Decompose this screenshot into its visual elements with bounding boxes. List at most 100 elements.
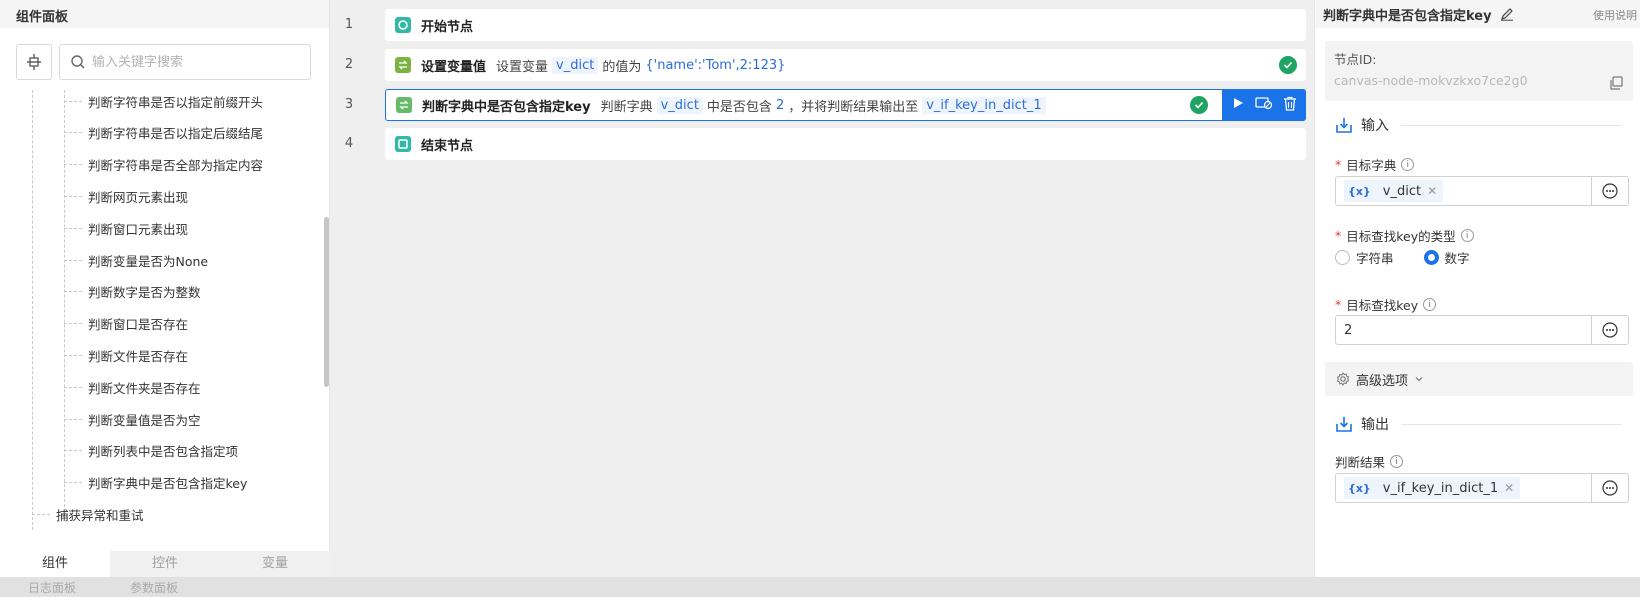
line-number: 2 [344, 57, 354, 72]
remove-tag-icon[interactable]: ✕ [1504, 481, 1514, 495]
tree-group-item[interactable]: 捕获异常和重试 [32, 503, 144, 525]
tree-item[interactable]: 判断变量是否为None [64, 249, 208, 271]
required-mark: * [1335, 157, 1342, 172]
output-section-header: 输出 [1335, 414, 1621, 434]
tab-controls[interactable]: 控件 [110, 551, 220, 577]
key-type-label-text: 目标查找key的类型 [1346, 229, 1456, 244]
key-type-radio-group: 字符串 数字 [1335, 248, 1470, 267]
node-desc: 判断字典 [600, 99, 653, 115]
node-title: 设置变量值 [421, 59, 487, 75]
edit-pencil-icon[interactable] [1500, 7, 1514, 21]
tree-item[interactable]: 判断文件夹是否存在 [64, 376, 201, 398]
properties-header: 判断字典中是否包含指定key 使用说明 [1315, 0, 1640, 28]
flow-row: 4 结束节点 [331, 128, 1314, 160]
value-text: {'name':'Tom',2:123} [645, 57, 786, 73]
component-panel-title: 组件面板 [0, 0, 329, 28]
tab-param-panel[interactable]: 参数面板 [130, 579, 178, 596]
variable-tag: {x} v_dict ✕ [1344, 180, 1444, 202]
node-desc: 设置变量 [496, 59, 549, 75]
success-check-icon [1279, 56, 1297, 74]
search-input[interactable] [92, 54, 292, 70]
required-mark: * [1335, 297, 1342, 312]
collapse-tree-button[interactable] [16, 44, 52, 80]
tree-item[interactable]: 判断窗口元素出现 [64, 217, 188, 239]
tab-components[interactable]: 组件 [0, 551, 110, 577]
variable-tag: {x} v_if_key_in_dict_1 ✕ [1344, 477, 1521, 499]
info-icon[interactable]: i [1401, 158, 1415, 171]
set-variable-icon [395, 57, 411, 73]
result-input[interactable]: {x} v_if_key_in_dict_1 ✕ [1335, 473, 1592, 503]
end-node-card[interactable]: 结束节点 [385, 128, 1306, 160]
info-icon[interactable]: i [1460, 229, 1474, 242]
delete-icon[interactable] [1283, 96, 1297, 115]
collapse-icon [27, 54, 41, 70]
success-check-icon [1190, 96, 1208, 114]
radio-string[interactable] [1335, 250, 1350, 265]
chevron-down-icon [1414, 374, 1424, 384]
node-title: 结束节点 [421, 138, 474, 154]
component-tree: 判断字符串是否以指定前缀开头 判断字符串是否以指定后缀结尾 判断字符串是否全部为… [0, 90, 319, 545]
flow-row: 1 开始节点 [331, 9, 1314, 41]
node-action-bar [1222, 89, 1306, 121]
set-variable-node-card[interactable]: 设置变量值 设置变量 v_dict 的值为 {'name':'Tom',2:12… [385, 49, 1306, 81]
tree-item[interactable]: 判断字典中是否包含指定key [64, 471, 247, 493]
tree-item[interactable]: 判断变量值是否为空 [64, 408, 201, 430]
result-label: 判断结果 i [1335, 452, 1404, 471]
section-divider [1401, 124, 1621, 126]
more-options-button[interactable] [1591, 315, 1629, 345]
more-options-button[interactable] [1591, 176, 1629, 206]
line-number: 3 [344, 97, 354, 112]
tree-item[interactable]: 判断列表中是否包含指定项 [64, 439, 238, 461]
radio-number-label: 数字 [1444, 251, 1470, 266]
info-icon[interactable]: i [1390, 455, 1404, 468]
variable-tag-text: v_if_key_in_dict_1 [1382, 480, 1499, 496]
node-title: 开始节点 [421, 19, 474, 35]
tree-item[interactable]: 判断网页元素出现 [64, 185, 188, 207]
tree-item[interactable]: 判断数字是否为整数 [64, 280, 201, 302]
variable-badge-icon: {x} [1348, 184, 1371, 198]
run-icon[interactable] [1231, 96, 1245, 114]
end-node-icon [395, 136, 411, 152]
target-key-field: 2 [1335, 315, 1630, 345]
output-section-title: 输出 [1361, 417, 1389, 433]
target-dict-label: * 目标字典 i [1335, 155, 1415, 174]
output-variable-chip: v_if_key_in_dict_1 [922, 96, 1046, 114]
gear-icon [1336, 372, 1350, 386]
node-id-box: 节点ID: canvas-node-mokvzkxo7ce2g0 [1325, 41, 1633, 101]
advanced-options-label: 高级选项 [1356, 373, 1409, 389]
node-id-label: 节点ID: [1334, 52, 1377, 67]
tree-item[interactable]: 判断字符串是否全部为指定内容 [64, 153, 263, 175]
target-key-input[interactable]: 2 [1335, 315, 1592, 345]
judge-node-icon [396, 97, 412, 113]
input-section-header: 输入 [1335, 115, 1621, 135]
tree-item[interactable]: 判断文件是否存在 [64, 344, 188, 366]
disable-icon[interactable] [1255, 96, 1273, 114]
remove-tag-icon[interactable]: ✕ [1427, 184, 1437, 198]
info-icon[interactable]: i [1423, 298, 1437, 311]
flow-row: 3 判断字典中是否包含指定key 判断字典 v_dict 中是否包含 2 ，并将… [331, 89, 1314, 121]
radio-number[interactable] [1423, 250, 1439, 265]
node-desc: 中是否包含 [706, 99, 772, 115]
tab-variables[interactable]: 变量 [220, 551, 330, 577]
component-panel: 组件面板 判断字符串是否以指定前缀开头 判断字符串是否以指定 [0, 0, 330, 577]
tab-log-panel[interactable]: 日志面板 [28, 579, 76, 596]
node-title: 判断字典中是否包含指定key [422, 99, 591, 115]
start-node-card[interactable]: 开始节点 [385, 9, 1306, 41]
target-dict-input[interactable]: {x} v_dict ✕ [1335, 176, 1592, 206]
value-text: 2 [775, 97, 785, 113]
more-options-button[interactable] [1591, 473, 1629, 503]
line-number: 4 [344, 136, 354, 151]
judge-dict-node-card[interactable]: 判断字典中是否包含指定key 判断字典 v_dict 中是否包含 2 ，并将判断… [385, 89, 1306, 121]
help-link[interactable]: 使用说明 [1593, 7, 1637, 23]
node-id-value: canvas-node-mokvzkxo7ce2g0 [1334, 73, 1528, 88]
copy-icon[interactable] [1609, 75, 1623, 94]
node-desc: 的值为 [602, 59, 642, 75]
tree-item[interactable]: 判断字符串是否以指定前缀开头 [64, 90, 263, 112]
section-divider [1401, 423, 1621, 425]
tree-scrollbar[interactable] [324, 217, 329, 387]
advanced-options-toggle[interactable]: 高级选项 [1325, 362, 1633, 396]
tree-item[interactable]: 判断字符串是否以指定后缀结尾 [64, 121, 263, 143]
line-number: 1 [344, 17, 354, 32]
target-dict-field: {x} v_dict ✕ [1335, 176, 1630, 206]
tree-item[interactable]: 判断窗口是否存在 [64, 312, 188, 334]
